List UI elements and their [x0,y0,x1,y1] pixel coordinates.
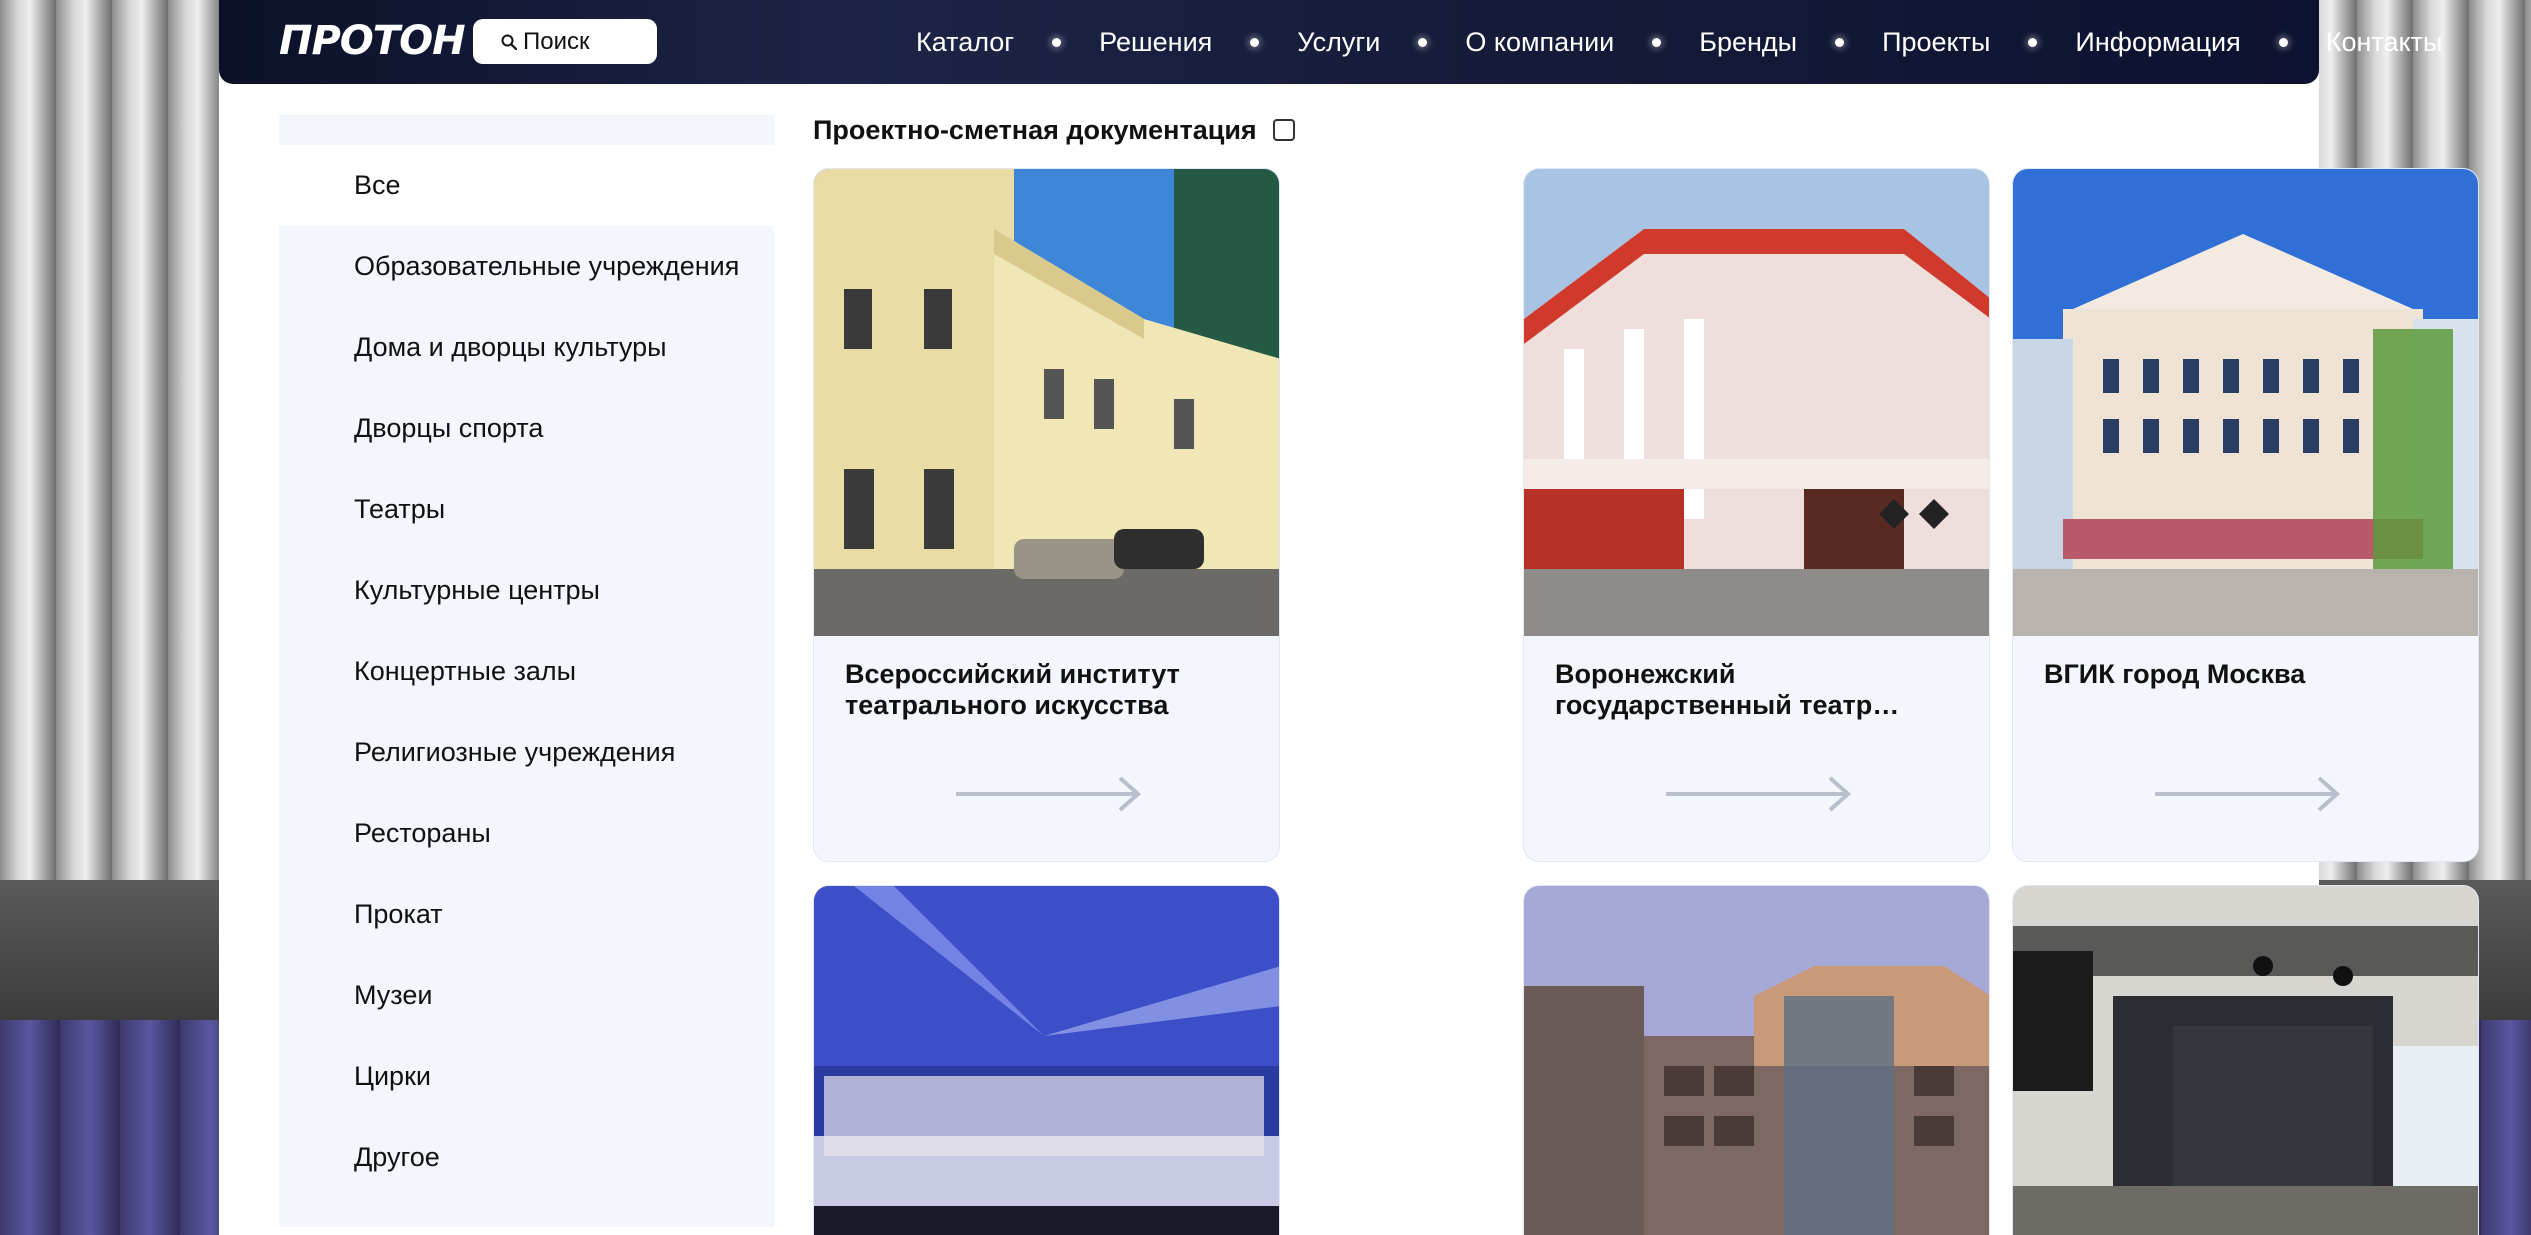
logo[interactable]: ПРОТОН [279,18,466,64]
project-image [2013,886,2478,1235]
nav-information[interactable]: Информация [2075,27,2240,58]
sidebar-item-theatres[interactable]: Театры [279,469,774,550]
project-card[interactable] [2012,885,2479,1235]
arrow-right-icon[interactable] [2153,774,2343,814]
project-card[interactable] [1523,885,1990,1235]
project-card[interactable] [813,885,1280,1235]
sidebar-item-sports-palaces[interactable]: Дворцы спорта [279,388,774,469]
category-sidebar: Все Образовательные учреждения Дома и дв… [279,115,774,1227]
nav-solutions[interactable]: Решения [1099,27,1212,58]
seats-left [0,1020,230,1235]
nav-catalog[interactable]: Каталог [916,27,1014,58]
main-nav: Каталог Решения Услуги О компании Бренды… [698,0,2442,84]
nav-separator [1835,37,1845,47]
site-header: ПРОТОН Поиск Каталог Решения Услуги О ко… [219,0,2442,84]
project-image [814,169,1279,636]
nav-separator [1052,37,1062,47]
nav-separator [1250,37,1260,47]
card-title: ВГИК город Москва [2044,659,2306,689]
nav-separator [2278,37,2288,47]
card-title: Воронежский государственный театр юного … [1555,659,1873,720]
sidebar-item-rental[interactable]: Прокат [279,874,774,955]
card-title: Всероссийский институт театрального иску… [845,659,1180,720]
project-image [2013,169,2478,636]
nav-separator [1652,37,1662,47]
project-card[interactable]: Воронежский государственный театр юного … [1523,168,1990,862]
arrow-right-icon[interactable] [954,774,1144,814]
nav-separator [1418,37,1428,47]
design-docs-checkbox[interactable] [1272,119,1295,141]
sidebar-item-all[interactable]: Все [279,145,774,226]
sidebar-item-culture-houses[interactable]: Дома и дворцы культуры [279,307,774,388]
sidebar-item-circuses[interactable]: Цирки [279,1036,774,1117]
sidebar-item-culture-centers[interactable]: Культурные центры [279,550,774,631]
project-card[interactable]: ВГИК город Москва [2012,168,2479,862]
sidebar-item-other[interactable]: Другое [279,1117,774,1198]
design-docs-filter: Проектно-сметная документация [813,112,1295,148]
project-image [1524,169,1989,636]
nav-brands[interactable]: Бренды [1699,27,1797,58]
search-label: Поиск [523,27,590,55]
sidebar-item-religious[interactable]: Религиозные учреждения [279,712,774,793]
curtain-left [0,0,230,900]
nav-contacts[interactable]: Контакты [2326,27,2443,58]
project-card[interactable]: Всероссийский институт театрального иску… [813,168,1280,862]
arrow-right-icon[interactable] [1664,774,1854,814]
project-image [814,886,1279,1235]
sidebar-item-education[interactable]: Образовательные учреждения [279,226,774,307]
nav-separator [2028,37,2038,47]
nav-about[interactable]: О компании [1465,27,1614,58]
sidebar-item-museums[interactable]: Музеи [279,955,774,1036]
project-image [1524,886,1989,1235]
filter-label: Проектно-сметная документация [813,114,1257,145]
nav-services[interactable]: Услуги [1297,27,1380,58]
sidebar-item-concert-halls[interactable]: Концертные залы [279,631,774,712]
search-input[interactable]: Поиск [473,19,657,64]
page-container: ПРОТОН Поиск Каталог Решения Услуги О ко… [219,0,2479,1235]
nav-projects[interactable]: Проекты [1882,27,1990,58]
stage-equipment-left [0,880,230,1030]
search-icon [501,34,517,50]
sidebar-item-restaurants[interactable]: Рестораны [279,793,774,874]
